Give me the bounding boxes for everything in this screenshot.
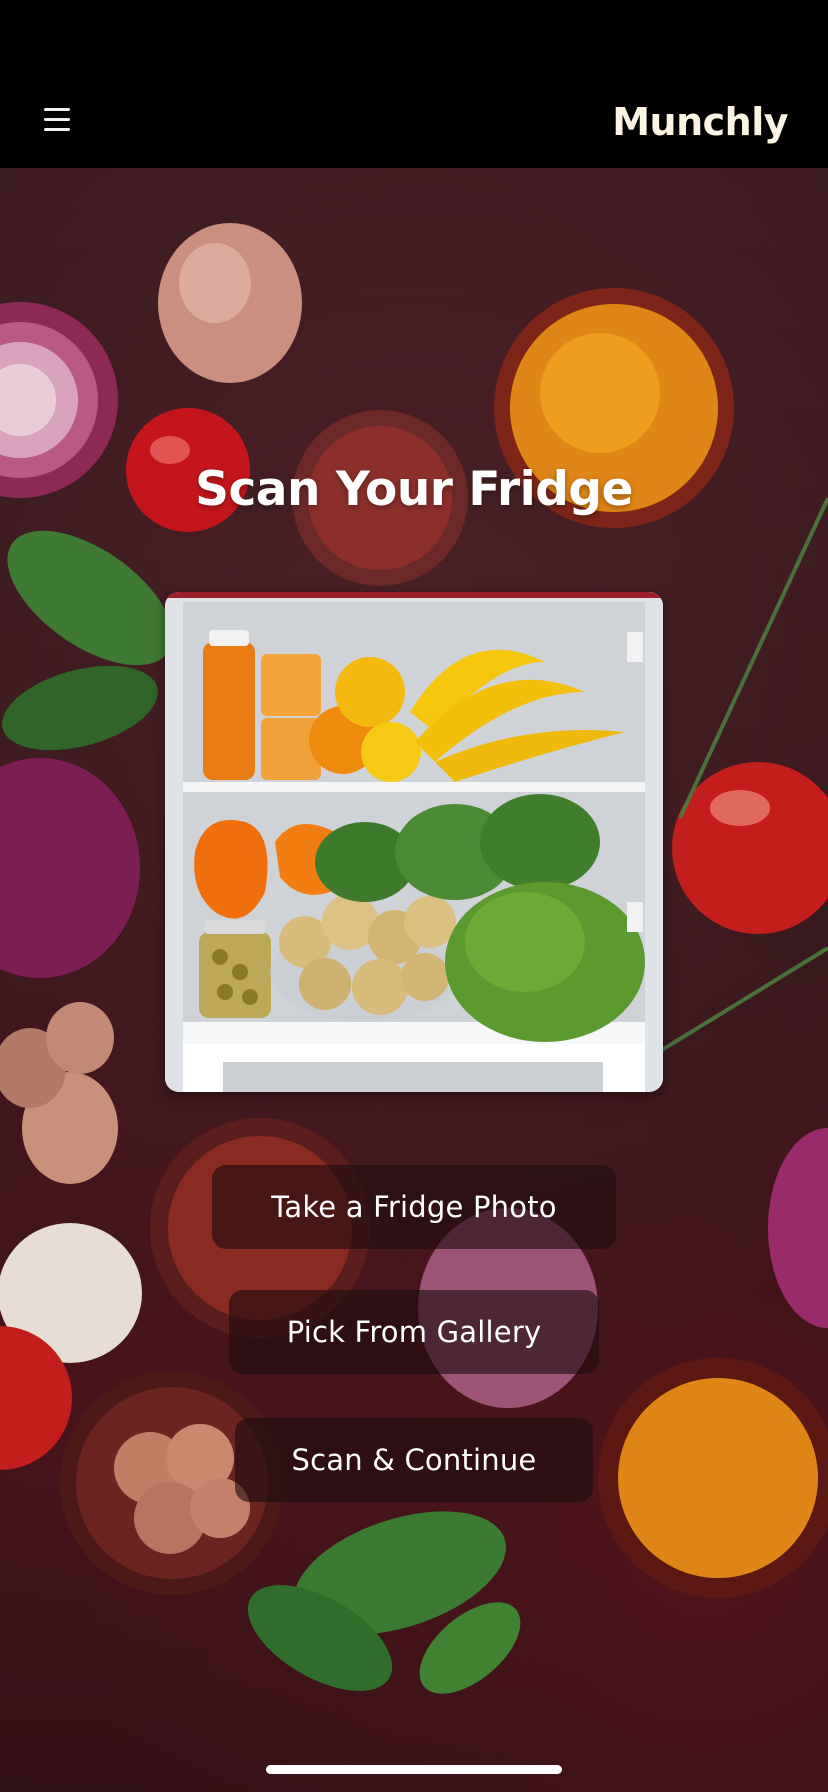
top-app-bar: Munchly xyxy=(0,0,828,168)
red-onion-deco-right xyxy=(768,1128,828,1328)
app-brand-logo: Munchly xyxy=(612,100,788,144)
app-screen: Munchly Scan Your Fridge Take a Fridge P… xyxy=(0,0,828,1792)
hamburger-menu-icon[interactable] xyxy=(44,108,74,134)
take-fridge-photo-button[interactable]: Take a Fridge Photo xyxy=(212,1165,616,1249)
fridge-contents-image xyxy=(165,592,663,1092)
home-indicator xyxy=(266,1765,562,1774)
red-onion-deco xyxy=(0,758,140,978)
pick-from-gallery-button[interactable]: Pick From Gallery xyxy=(229,1290,599,1374)
page-title: Scan Your Fridge xyxy=(195,462,633,517)
scan-and-continue-button[interactable]: Scan & Continue xyxy=(235,1418,593,1502)
fridge-illustration xyxy=(165,592,663,1092)
